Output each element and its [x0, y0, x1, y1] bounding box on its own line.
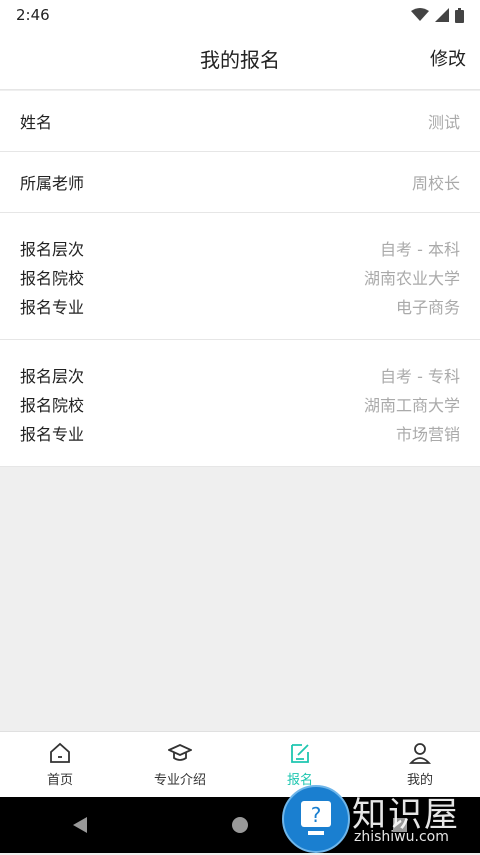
- level-label: 报名层次: [20, 239, 85, 259]
- edit-button[interactable]: 修改: [430, 30, 466, 90]
- teacher-value: 周校长: [411, 174, 460, 193]
- name-row: 姓名 测试: [0, 91, 480, 152]
- registration-content: 姓名 测试 所属老师 周校长 报名层次 自考 - 本科 报名院校 湖南农业大学 …: [0, 91, 480, 467]
- home-button[interactable]: [225, 810, 255, 840]
- school-line: 报名院校 湖南工商大学: [20, 389, 460, 418]
- signal-icon: [435, 8, 449, 22]
- recents-button[interactable]: [385, 810, 415, 840]
- level-line: 报名层次 自考 - 本科: [20, 233, 460, 262]
- tab-home[interactable]: 首页: [0, 732, 120, 797]
- status-bar: 2:46: [0, 0, 480, 30]
- school-value: 湖南工商大学: [363, 395, 460, 415]
- tab-register-label: 报名: [286, 773, 313, 788]
- edit-icon: [291, 744, 309, 763]
- status-time: 2:46: [16, 6, 50, 24]
- home-circle-icon: [232, 817, 248, 833]
- level-value: 自考 - 本科: [380, 239, 460, 259]
- school-label: 报名院校: [20, 268, 85, 288]
- graduation-cap-icon: [168, 744, 192, 761]
- school-label: 报名院校: [20, 395, 85, 415]
- user-icon: [408, 743, 432, 764]
- registration-group-1: 报名层次 自考 - 本科 报名院校 湖南农业大学 报名专业 电子商务: [0, 213, 480, 340]
- tab-majors-label: 专业介绍: [153, 773, 206, 788]
- teacher-label: 所属老师: [20, 174, 85, 193]
- school-value: 湖南农业大学: [363, 268, 460, 288]
- registration-group-2: 报名层次 自考 - 专科 报名院校 湖南工商大学 报名专业 市场营销: [0, 340, 480, 467]
- tab-register[interactable]: 报名: [240, 732, 360, 797]
- bottom-tab-bar: 首页 专业介绍 报名 我的: [0, 731, 480, 797]
- battery-icon: [455, 7, 464, 23]
- tab-mine[interactable]: 我的: [360, 732, 480, 797]
- major-label: 报名专业: [20, 297, 85, 317]
- wifi-icon: [411, 8, 429, 21]
- level-value: 自考 - 专科: [380, 366, 460, 386]
- app-header: 我的报名 修改: [0, 30, 480, 90]
- tab-home-label: 首页: [46, 773, 73, 788]
- teacher-row: 所属老师 周校长: [0, 152, 480, 213]
- page-title: 我的报名: [200, 48, 280, 72]
- major-value: 电子商务: [395, 297, 460, 317]
- name-label: 姓名: [20, 113, 53, 132]
- major-line: 报名专业 电子商务: [20, 291, 460, 320]
- school-line: 报名院校 湖南农业大学: [20, 262, 460, 291]
- level-label: 报名层次: [20, 366, 85, 386]
- level-line: 报名层次 自考 - 专科: [20, 360, 460, 389]
- major-label: 报名专业: [20, 424, 85, 444]
- major-value: 市场营销: [395, 424, 460, 444]
- tab-mine-label: 我的: [406, 773, 433, 788]
- tab-majors[interactable]: 专业介绍: [120, 732, 240, 797]
- recents-icon: [393, 818, 407, 832]
- home-icon: [50, 742, 70, 763]
- back-button[interactable]: [65, 810, 95, 840]
- back-icon: [73, 817, 87, 833]
- name-value: 测试: [427, 113, 460, 132]
- major-line: 报名专业 市场营销: [20, 418, 460, 447]
- system-nav-bar: [0, 797, 480, 853]
